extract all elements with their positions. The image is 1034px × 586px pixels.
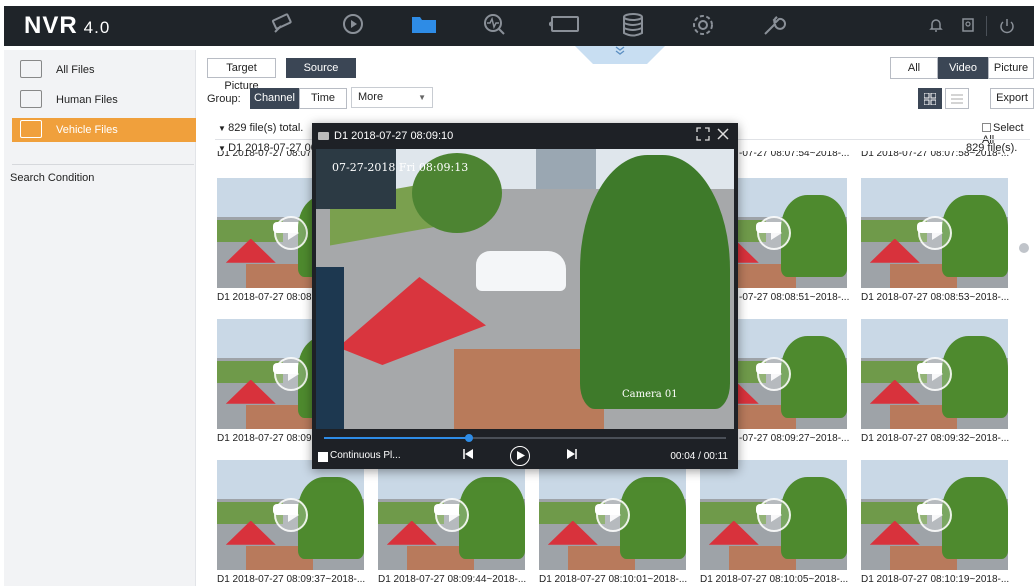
top-navigation-bar: NVR 4.0 xyxy=(4,6,1034,46)
more-select-value: More xyxy=(358,91,384,103)
play-overlay-icon[interactable] xyxy=(273,357,308,391)
partial-caption: -07-27 08:07:54~2018-... xyxy=(739,151,849,159)
notification-icon[interactable] xyxy=(928,17,944,36)
chevron-down-icon: ▼ xyxy=(418,93,426,102)
collapse-toolbar-tab[interactable] xyxy=(575,46,665,64)
partial-caption: D1 2018-07-27 08:07:58~2018-... xyxy=(861,151,1010,159)
previous-icon[interactable] xyxy=(462,447,474,465)
tab-all[interactable]: All xyxy=(890,57,938,79)
tab-video[interactable]: Video xyxy=(938,57,988,79)
group-tab-channel[interactable]: Channel xyxy=(250,88,299,109)
source-picture-button[interactable]: Source Picture xyxy=(286,58,356,92)
grid-view-icon xyxy=(923,92,937,106)
live-view-icon[interactable] xyxy=(268,12,298,40)
fullscreen-icon[interactable] xyxy=(696,127,710,146)
progress-fill xyxy=(324,437,469,439)
list-view-icon xyxy=(951,94,963,104)
nvr-logo: NVR 4.0 xyxy=(24,12,111,39)
chevron-double-down-icon xyxy=(615,46,625,55)
play-icon xyxy=(516,451,525,460)
playback-icon[interactable] xyxy=(338,12,368,40)
thumbnail-caption: D1 2018-07-27 08:09:37~2018-... xyxy=(217,574,366,585)
play-overlay-icon[interactable] xyxy=(756,498,791,532)
play-overlay-icon[interactable] xyxy=(273,216,308,250)
file-total: ▼ 829 file(s) total. xyxy=(218,122,303,134)
play-overlay-icon[interactable] xyxy=(917,216,952,250)
tab-picture[interactable]: Picture xyxy=(988,57,1034,79)
topbar-separator xyxy=(986,16,987,36)
video-frame[interactable]: 07-27-2018 Fri 08:09:13 Camera 01 xyxy=(316,149,734,553)
continuous-play-checkbox[interactable] xyxy=(318,452,328,462)
thumbnail-caption: D1 2018-07-27 08:10:19~2018-... xyxy=(861,574,1010,585)
player-title-bar: D1 2018-07-27 08:09:10 xyxy=(312,123,738,149)
camera-icon[interactable] xyxy=(547,12,581,40)
group-label: Group: xyxy=(207,93,241,105)
video-thumbnail[interactable] xyxy=(861,319,1008,429)
video-timestamp-overlay: 07-27-2018 Fri 08:09:13 xyxy=(332,161,469,174)
playback-time: 00:04 / 00:11 xyxy=(670,451,728,462)
continuous-play-label: Continuous Pl... xyxy=(330,450,401,461)
video-camera-label: Camera 01 xyxy=(622,389,678,400)
checkbox-icon xyxy=(982,123,991,132)
export-button[interactable]: Export xyxy=(990,88,1034,109)
next-icon[interactable] xyxy=(566,447,578,465)
storage-icon[interactable] xyxy=(618,12,648,40)
list-view-button[interactable] xyxy=(945,88,969,109)
thumbnail-caption: D1 2018-07-27 08:09:... xyxy=(217,433,311,444)
sidebar-divider xyxy=(12,164,194,165)
sidebar-item-label: All Files xyxy=(56,64,95,76)
player-controls: Continuous Pl... 00:04 / 00:11 xyxy=(312,429,738,469)
power-icon[interactable] xyxy=(998,17,1016,38)
target-picture-button[interactable]: Target Picture xyxy=(207,58,276,92)
player-title: D1 2018-07-27 08:09:10 xyxy=(334,130,454,142)
play-overlay-icon[interactable] xyxy=(917,498,952,532)
thumbnail-caption: D1 2018-07-27 08:09:44~2018-... xyxy=(378,574,527,585)
sidebar-item-vehicle-files[interactable]: Vehicle Files xyxy=(12,118,196,142)
file-total-text: 829 file(s) total. xyxy=(228,122,304,134)
progress-handle[interactable] xyxy=(464,434,473,442)
search-condition-label[interactable]: Search Condition xyxy=(10,172,94,184)
group-tab-time[interactable]: Time xyxy=(299,88,347,109)
vehicle-files-icon xyxy=(20,120,42,138)
more-select[interactable]: More ▼ xyxy=(351,87,433,108)
scrollbar-handle[interactable] xyxy=(1019,243,1029,253)
sidebar: All Files Human Files Vehicle Files Sear… xyxy=(4,50,196,586)
video-thumbnail[interactable] xyxy=(861,460,1008,570)
play-overlay-icon[interactable] xyxy=(756,216,791,250)
play-overlay-icon[interactable] xyxy=(756,357,791,391)
video-player-dialog: D1 2018-07-27 08:09:10 07-27-2018 Fri 08… xyxy=(312,123,738,469)
progress-bar[interactable] xyxy=(324,434,726,442)
video-camera-icon xyxy=(318,132,329,140)
sidebar-item-all-files[interactable]: All Files xyxy=(12,58,196,82)
play-overlay-icon[interactable] xyxy=(273,498,308,532)
grid-view-button[interactable] xyxy=(918,88,942,109)
account-icon[interactable] xyxy=(960,17,976,36)
play-overlay-icon[interactable] xyxy=(917,357,952,391)
human-files-icon xyxy=(20,90,42,108)
maintenance-icon[interactable] xyxy=(758,12,788,40)
sidebar-item-label: Human Files xyxy=(56,94,118,106)
all-files-icon xyxy=(20,60,42,78)
thumbnail-caption: D1 2018-07-27 08:08:53~2018-... xyxy=(861,292,1010,303)
file-management-icon[interactable] xyxy=(409,12,439,40)
thumbnail-caption: D1 2018-07-27 08:10:05~2018-... xyxy=(700,574,849,585)
collapse-arrow-icon: ▼ xyxy=(218,124,229,133)
thumbnail-caption: D1 2018-07-27 08:08... xyxy=(217,292,311,303)
sidebar-item-human-files[interactable]: Human Files xyxy=(12,88,196,112)
system-settings-icon[interactable] xyxy=(688,12,718,40)
thumbnail-caption: -07-27 08:08:51~2018-... xyxy=(739,292,849,303)
thumbnail-caption: D1 2018-07-27 08:09:32~2018-... xyxy=(861,433,1010,444)
thumbnail-caption: D1 2018-07-27 08:10:01~2018-... xyxy=(539,574,688,585)
close-icon[interactable] xyxy=(716,127,730,146)
nvr-app: NVR 4.0 All Files Human Files Vehicle Fi… xyxy=(0,0,1034,586)
play-button[interactable] xyxy=(510,446,530,466)
smart-analysis-icon[interactable] xyxy=(479,12,509,40)
thumbnail-caption: -07-27 08:09:27~2018-... xyxy=(739,433,849,444)
video-thumbnail[interactable] xyxy=(861,178,1008,288)
sidebar-item-label: Vehicle Files xyxy=(56,124,118,136)
